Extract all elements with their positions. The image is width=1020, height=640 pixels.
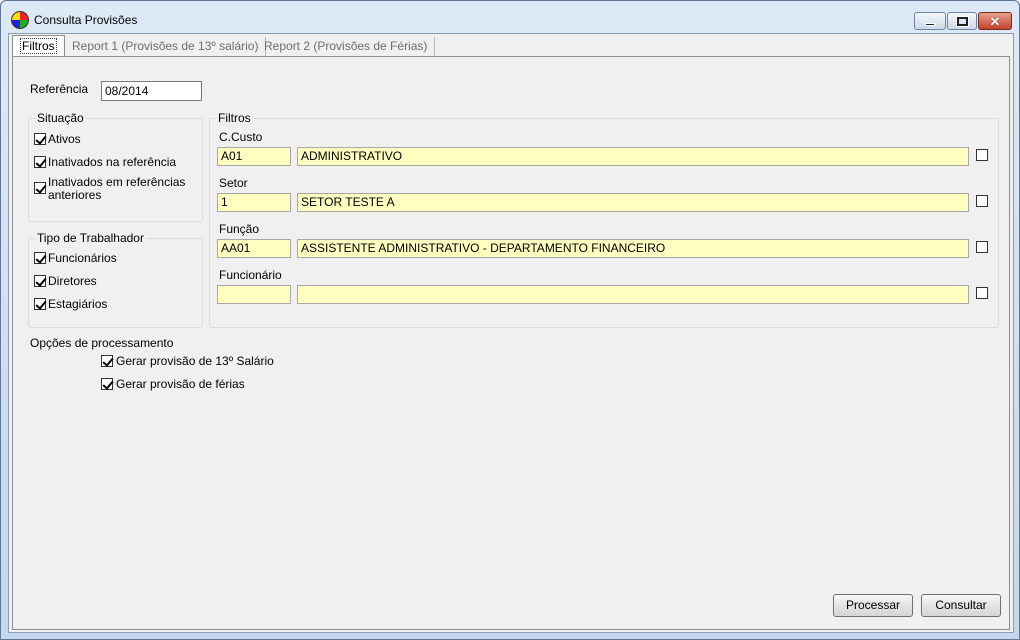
gerar-13-salario-checkbox[interactable] [101,355,113,367]
tab-filtros[interactable]: Filtros [12,35,65,57]
opcoes-title: Opções de processamento [30,336,174,350]
funcionarios-label: Funcionários [48,251,117,265]
inativados-referencia-checkbox[interactable] [34,156,46,168]
funcionario-code-input[interactable] [217,285,291,304]
close-button[interactable]: ✕ [978,12,1012,30]
inativados-anteriores-label: Inativados em referências anteriores [48,175,186,202]
setor-label: Setor [219,176,248,190]
window-title: Consulta Provisões [34,13,138,27]
diretores-checkbox[interactable] [34,275,46,287]
gerar-ferias-checkbox[interactable] [101,378,113,390]
estagiarios-checkbox[interactable] [34,298,46,310]
setor-code-input[interactable]: 1 [217,193,291,212]
ccusto-description-input[interactable]: ADMINISTRATIVO [297,147,969,166]
funcao-checkbox[interactable] [976,241,988,253]
processar-button[interactable]: Processar [833,594,913,617]
funcao-code-input[interactable]: AA01 [217,239,291,258]
gerar-13-salario-label: Gerar provisão de 13º Salário [116,354,274,368]
inativados-anteriores-checkbox[interactable] [34,182,46,194]
referencia-label: Referência [30,82,89,96]
tab-page-filtros: Referência 08/2014 Situação Ativos Inati… [12,56,1010,630]
close-icon: ✕ [989,13,1001,29]
funcionario-checkbox[interactable] [976,287,988,299]
estagiarios-label: Estagiários [48,297,108,311]
maximize-button[interactable] [947,12,977,30]
funcionarios-checkbox[interactable] [34,252,46,264]
funcionario-description-input[interactable] [297,285,969,304]
ccusto-checkbox[interactable] [976,149,988,161]
minimize-icon [925,22,935,26]
consultar-button[interactable]: Consultar [921,594,1001,617]
tab-filtros-label: Filtros [20,38,57,54]
maximize-icon [956,16,968,26]
minimize-button[interactable] [914,12,946,30]
setor-description-input[interactable]: SETOR TESTE A [297,193,969,212]
title-bar[interactable]: Consulta Provisões ✕ [1,1,1019,33]
tab-report-2[interactable]: Report 2 (Provisões de Férias) [257,37,436,57]
referencia-input[interactable]: 08/2014 [101,81,202,101]
app-logo-icon [11,11,29,29]
filtros-title: Filtros [216,111,253,125]
ativos-label: Ativos [48,132,81,146]
tipo-trabalhador-title: Tipo de Trabalhador [35,231,146,245]
situacao-title: Situação [35,111,86,125]
ccusto-code-input[interactable]: A01 [217,147,291,166]
funcionario-label: Funcionário [219,268,282,282]
ccusto-label: C.Custo [219,130,263,144]
tab-report-1[interactable]: Report 1 (Provisões de 13º salário) [65,37,267,57]
window-client-area: Filtros Report 1 (Provisões de 13º salár… [8,33,1014,633]
main-window: Consulta Provisões ✕ Filtros Report 1 (P… [0,0,1020,640]
funcao-label: Função [219,222,260,236]
tab-strip: Filtros Report 1 (Provisões de 13º salár… [9,34,1013,57]
funcao-description-input[interactable]: ASSISTENTE ADMINISTRATIVO - DEPARTAMENTO… [297,239,969,258]
setor-checkbox[interactable] [976,195,988,207]
ativos-checkbox[interactable] [34,133,46,145]
diretores-label: Diretores [48,274,97,288]
inativados-referencia-label: Inativados na referência [48,155,177,169]
gerar-ferias-label: Gerar provisão de férias [116,377,245,391]
